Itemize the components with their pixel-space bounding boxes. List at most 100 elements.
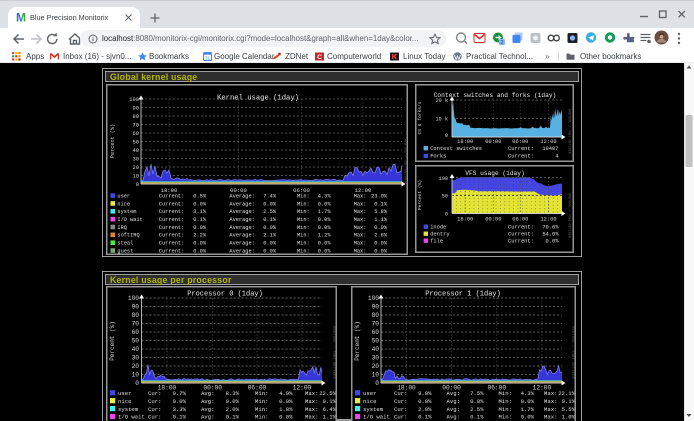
svg-text:2.9%: 2.9% (418, 406, 432, 413)
svg-text:5.8%: 5.8% (374, 209, 388, 215)
svg-text:2: 2 (500, 40, 503, 45)
svg-text:100: 100 (439, 176, 448, 182)
svg-text:60: 60 (372, 329, 380, 336)
svg-text:90: 90 (372, 304, 380, 311)
svg-text:10: 10 (372, 372, 380, 379)
svg-text:0.0%: 0.0% (279, 398, 293, 405)
svg-text:file: file (430, 238, 443, 244)
svg-text:system: system (118, 406, 139, 413)
svg-text:1.1%: 1.1% (374, 217, 388, 223)
svg-text:user: user (117, 194, 130, 200)
svg-text:Avg:: Avg: (201, 414, 214, 421)
svg-text:RRDTOOL / TOBI OETIKER: RRDTOOL / TOBI OETIKER (403, 139, 408, 184)
svg-text:Min:: Min: (297, 209, 310, 215)
svg-text:RRDTOOL / TOBI OETIKER: RRDTOOL / TOBI OETIKER (567, 193, 572, 238)
svg-text:1.7%: 1.7% (521, 406, 535, 413)
svg-text:40: 40 (133, 148, 139, 154)
svg-text:Max:: Max: (354, 217, 367, 223)
svg-text:Max:: Max: (354, 248, 367, 254)
svg-text:Current:: Current: (508, 146, 534, 152)
svg-text:I/O wait: I/O wait (117, 217, 142, 223)
svg-text:Cur:: Cur: (394, 390, 407, 397)
svg-text:system: system (363, 406, 384, 413)
svg-text:20: 20 (133, 165, 139, 171)
svg-text:I/O wait: I/O wait (363, 414, 390, 421)
svg-text:Max:: Max: (354, 225, 367, 231)
svg-text:Context switches: Context switches (430, 146, 482, 152)
svg-text:0.1%: 0.1% (173, 414, 187, 421)
svg-text:0.5%: 0.5% (193, 194, 207, 200)
svg-text:3.1%: 3.1% (193, 209, 207, 215)
svg-text:50: 50 (132, 338, 140, 345)
svg-text:Avg:: Avg: (447, 398, 460, 405)
svg-text:Min:: Min: (499, 398, 512, 405)
svg-text:steal: steal (117, 241, 133, 247)
svg-text:10: 10 (132, 372, 140, 379)
svg-text:CS & forks/s: CS & forks/s (417, 101, 423, 134)
svg-text:70: 70 (372, 321, 380, 328)
svg-text:Avg:: Avg: (447, 390, 460, 397)
svg-text:0.0%: 0.0% (521, 414, 535, 421)
svg-text:0.0%: 0.0% (193, 201, 207, 207)
svg-text:Avg:: Avg: (201, 398, 214, 405)
svg-text:Min:: Min: (255, 398, 268, 405)
svg-text:Min:: Min: (297, 241, 310, 247)
svg-text:Current:: Current: (159, 194, 184, 200)
svg-text:0: 0 (135, 380, 139, 387)
svg-text:RRDTOOL / TOBI OETIKER: RRDTOOL / TOBI OETIKER (331, 326, 336, 379)
svg-text:1.8%: 1.8% (279, 406, 293, 413)
svg-text:Forks: Forks (430, 154, 446, 160)
svg-text:70.6%: 70.6% (542, 224, 559, 230)
svg-text:6.4%: 6.4% (323, 406, 337, 413)
svg-text:user: user (118, 390, 131, 397)
svg-text:Cur:: Cur: (394, 414, 407, 421)
svg-text:Max:: Max: (305, 414, 318, 421)
svg-text:7.4%: 7.4% (263, 194, 277, 200)
svg-text:80: 80 (132, 312, 140, 319)
svg-text:Avg:: Avg: (447, 406, 460, 413)
svg-text:4.3%: 4.3% (318, 194, 332, 200)
svg-text:Average:: Average: (229, 233, 254, 239)
svg-text:80: 80 (133, 114, 139, 120)
svg-text:100: 100 (128, 295, 139, 302)
svg-text:VFS usage (1day): VFS usage (1day) (465, 170, 524, 177)
svg-text:C: C (317, 54, 322, 61)
svg-text:4.9%: 4.9% (279, 390, 293, 397)
svg-text:18:00: 18:00 (457, 139, 473, 145)
svg-text:0.0%: 0.0% (318, 201, 332, 207)
svg-text:22.1%: 22.1% (558, 390, 575, 397)
svg-text:Average:: Average: (229, 217, 254, 223)
svg-text:1.1%: 1.1% (323, 414, 337, 421)
svg-text:0.0%: 0.0% (226, 398, 240, 405)
svg-text:Max:: Max: (544, 398, 557, 405)
svg-text:RRDTOOL / TOBI OETIKER: RRDTOOL / TOBI OETIKER (567, 109, 572, 154)
svg-text:Min:: Min: (255, 390, 268, 397)
svg-text:Max:: Max: (354, 241, 367, 247)
svg-text:50: 50 (372, 338, 380, 345)
svg-text:12:00: 12:00 (540, 139, 556, 145)
svg-text:Cur:: Cur: (394, 406, 407, 413)
svg-text:Current:: Current: (159, 201, 184, 207)
svg-text:0.0%: 0.0% (318, 241, 332, 247)
svg-text:Current:: Current: (159, 241, 184, 247)
svg-text:0.0%: 0.0% (193, 225, 207, 231)
svg-text:Cur:: Cur: (148, 414, 161, 421)
svg-text:Avg:: Avg: (201, 406, 214, 413)
svg-text:23.0%: 23.0% (371, 194, 388, 200)
svg-text:Current:: Current: (508, 154, 534, 160)
svg-text:40: 40 (132, 346, 140, 353)
svg-text:0.1%: 0.1% (323, 398, 337, 405)
svg-text:Average:: Average: (229, 241, 254, 247)
svg-text:0.0%: 0.0% (279, 414, 293, 421)
svg-text:4: 4 (555, 154, 558, 160)
svg-text:9.0%: 9.0% (418, 390, 432, 397)
svg-text:0.0%: 0.0% (521, 398, 535, 405)
svg-text:Cur:: Cur: (148, 406, 161, 413)
svg-text:00:00: 00:00 (485, 139, 501, 145)
svg-text:Current:: Current: (159, 233, 184, 239)
svg-text:00:00: 00:00 (485, 216, 501, 222)
svg-text:30: 30 (132, 355, 140, 362)
svg-text:06:00: 06:00 (512, 139, 528, 145)
svg-text:1.0%: 1.0% (562, 414, 576, 421)
svg-text:nice: nice (118, 398, 131, 405)
